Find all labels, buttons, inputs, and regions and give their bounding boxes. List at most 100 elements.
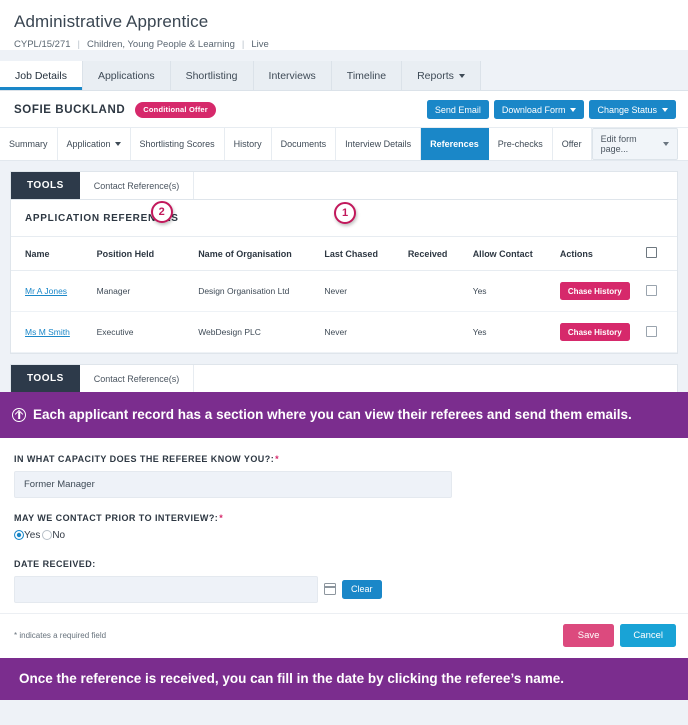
job-reference: CYPL/15/271 bbox=[14, 39, 71, 50]
calendar-icon[interactable] bbox=[323, 583, 337, 596]
referee-name-link[interactable]: Mr A Jones bbox=[25, 286, 67, 296]
job-status: Live bbox=[251, 39, 269, 50]
tab-interviews[interactable]: Interviews bbox=[253, 61, 332, 90]
tab-label: Application bbox=[66, 139, 111, 149]
table-body: Mr A Jones Manager Design Organisation L… bbox=[11, 270, 677, 353]
cell-received bbox=[407, 311, 473, 353]
tools-row: TOOLS Contact Reference(s) bbox=[10, 364, 678, 392]
save-button[interactable]: Save bbox=[562, 623, 615, 647]
reference-form: IN WHAT CAPACITY DOES THE REFEREE KNOW Y… bbox=[0, 437, 688, 613]
download-form-button[interactable]: Download Form bbox=[493, 100, 585, 119]
tools-tab[interactable]: TOOLS bbox=[11, 365, 80, 392]
sub-tab-application[interactable]: Application bbox=[58, 128, 131, 160]
required-marker: * bbox=[219, 512, 224, 523]
column-header-received: Received bbox=[407, 237, 473, 271]
status-badge: Conditional Offer bbox=[135, 101, 216, 118]
button-label: Change Status bbox=[597, 104, 657, 115]
column-header-select bbox=[639, 237, 677, 271]
sub-tab-documents[interactable]: Documents bbox=[272, 128, 337, 160]
chase-history-button[interactable]: Chase History bbox=[559, 323, 630, 341]
callout-text: Once the reference is received, you can … bbox=[19, 670, 564, 686]
contact-references-link[interactable]: Contact Reference(s) bbox=[80, 365, 195, 392]
column-header-position: Position Held bbox=[96, 237, 199, 271]
candidate-name: SOFIE BUCKLAND bbox=[14, 103, 126, 116]
tools-label: TOOLS bbox=[27, 373, 64, 384]
form-footer: * indicates a required field Save Cancel bbox=[0, 612, 688, 658]
tab-label: History bbox=[233, 139, 262, 149]
cell-name: Mr A Jones bbox=[11, 270, 97, 312]
capacity-label-text: IN WHAT CAPACITY DOES THE REFEREE KNOW Y… bbox=[14, 453, 275, 464]
tab-label: Interview Details bbox=[345, 139, 412, 149]
tools-strip-top: TOOLS Contact Reference(s) bbox=[0, 161, 688, 199]
row-checkbox[interactable] bbox=[645, 325, 657, 337]
contact-prior-label-text: MAY WE CONTACT PRIOR TO INTERVIEW?: bbox=[14, 512, 219, 523]
tab-label: Reports bbox=[417, 70, 454, 82]
column-header-actions: Actions bbox=[559, 237, 640, 271]
cell-actions: Chase History bbox=[559, 311, 640, 353]
tab-label: Shortlisting Scores bbox=[139, 139, 215, 149]
form-footer-buttons: Save Cancel bbox=[562, 623, 676, 647]
cell-last-chased: Never bbox=[324, 270, 408, 312]
tab-applications[interactable]: Applications bbox=[82, 61, 171, 90]
sub-tab-shortlisting-scores[interactable]: Shortlisting Scores bbox=[131, 128, 225, 160]
capacity-input[interactable] bbox=[14, 470, 452, 498]
chevron-down-icon bbox=[458, 74, 465, 78]
sub-tab-summary[interactable]: Summary bbox=[0, 128, 58, 160]
cell-select bbox=[639, 270, 677, 312]
cell-organisation: WebDesign PLC bbox=[198, 311, 325, 353]
radio-yes[interactable] bbox=[14, 530, 24, 541]
link-label: Contact Reference(s) bbox=[93, 180, 180, 191]
edit-form-page-select[interactable]: Edit form page... bbox=[591, 128, 678, 160]
date-received-input[interactable] bbox=[14, 575, 318, 603]
sub-tab-references[interactable]: References bbox=[421, 128, 489, 160]
job-header: Administrative Apprentice CYPL/15/271 | … bbox=[0, 0, 688, 50]
chase-history-button[interactable]: Chase History bbox=[559, 282, 630, 300]
cancel-button[interactable]: Cancel bbox=[620, 623, 676, 647]
page-root: Administrative Apprentice CYPL/15/271 | … bbox=[0, 0, 688, 725]
tools-row: TOOLS Contact Reference(s) bbox=[10, 171, 678, 199]
contact-prior-radio-group: Yes No bbox=[14, 530, 674, 541]
required-marker: * bbox=[275, 453, 280, 464]
contact-references-link[interactable]: Contact Reference(s) bbox=[80, 172, 195, 199]
annotation-label: 1 bbox=[341, 207, 349, 219]
column-header-name: Name bbox=[11, 237, 97, 271]
candidate-actions: Send Email Download Form Change Status bbox=[426, 100, 676, 119]
tab-job-details[interactable]: Job Details bbox=[0, 61, 83, 90]
sub-tab-history[interactable]: History bbox=[225, 128, 272, 160]
references-table: Name Position Held Name of Organisation … bbox=[11, 237, 677, 353]
tab-shortlisting[interactable]: Shortlisting bbox=[170, 61, 254, 90]
clear-date-button[interactable]: Clear bbox=[342, 579, 382, 599]
date-received-row: Clear bbox=[14, 575, 674, 603]
referee-name-link[interactable]: Ms M Smith bbox=[25, 327, 70, 337]
change-status-button[interactable]: Change Status bbox=[589, 100, 676, 119]
radio-no[interactable] bbox=[42, 530, 53, 541]
sub-tab-interview-details[interactable]: Interview Details bbox=[336, 128, 422, 160]
tab-label: Timeline bbox=[346, 70, 387, 82]
tab-label: Pre-checks bbox=[497, 139, 543, 149]
contact-prior-label: MAY WE CONTACT PRIOR TO INTERVIEW?: * bbox=[14, 513, 674, 523]
annotation-marker-1: 1 bbox=[334, 202, 356, 224]
arrow-up-circle-icon bbox=[12, 408, 26, 422]
cell-name: Ms M Smith bbox=[11, 311, 97, 353]
row-checkbox[interactable] bbox=[645, 284, 657, 296]
date-received-label: DATE RECEIVED: bbox=[14, 559, 674, 569]
tools-tab[interactable]: TOOLS bbox=[11, 172, 80, 199]
select-value: Edit form page... bbox=[600, 134, 637, 154]
sub-tab-offer[interactable]: Offer bbox=[553, 128, 592, 160]
table-row: Mr A Jones Manager Design Organisation L… bbox=[11, 270, 677, 312]
tab-timeline[interactable]: Timeline bbox=[331, 61, 403, 90]
tab-reports[interactable]: Reports bbox=[402, 61, 481, 90]
table-header-row: Name Position Held Name of Organisation … bbox=[11, 237, 677, 271]
column-header-organisation: Name of Organisation bbox=[198, 237, 325, 271]
table-row: Ms M Smith Executive WebDesign PLC Never… bbox=[11, 311, 677, 353]
select-all-checkbox[interactable] bbox=[645, 247, 657, 258]
cell-received bbox=[407, 270, 473, 312]
send-email-button[interactable]: Send Email bbox=[426, 100, 489, 119]
breadcrumb-separator: | bbox=[241, 39, 245, 50]
annotation-marker-2: 2 bbox=[151, 201, 173, 223]
cell-allow-contact: Yes bbox=[472, 270, 560, 312]
sub-tab-pre-checks[interactable]: Pre-checks bbox=[489, 128, 553, 160]
callout-text: Each applicant record has a section wher… bbox=[33, 407, 632, 422]
cell-select bbox=[639, 311, 677, 353]
column-header-allow-contact: Allow Contact bbox=[472, 237, 560, 271]
